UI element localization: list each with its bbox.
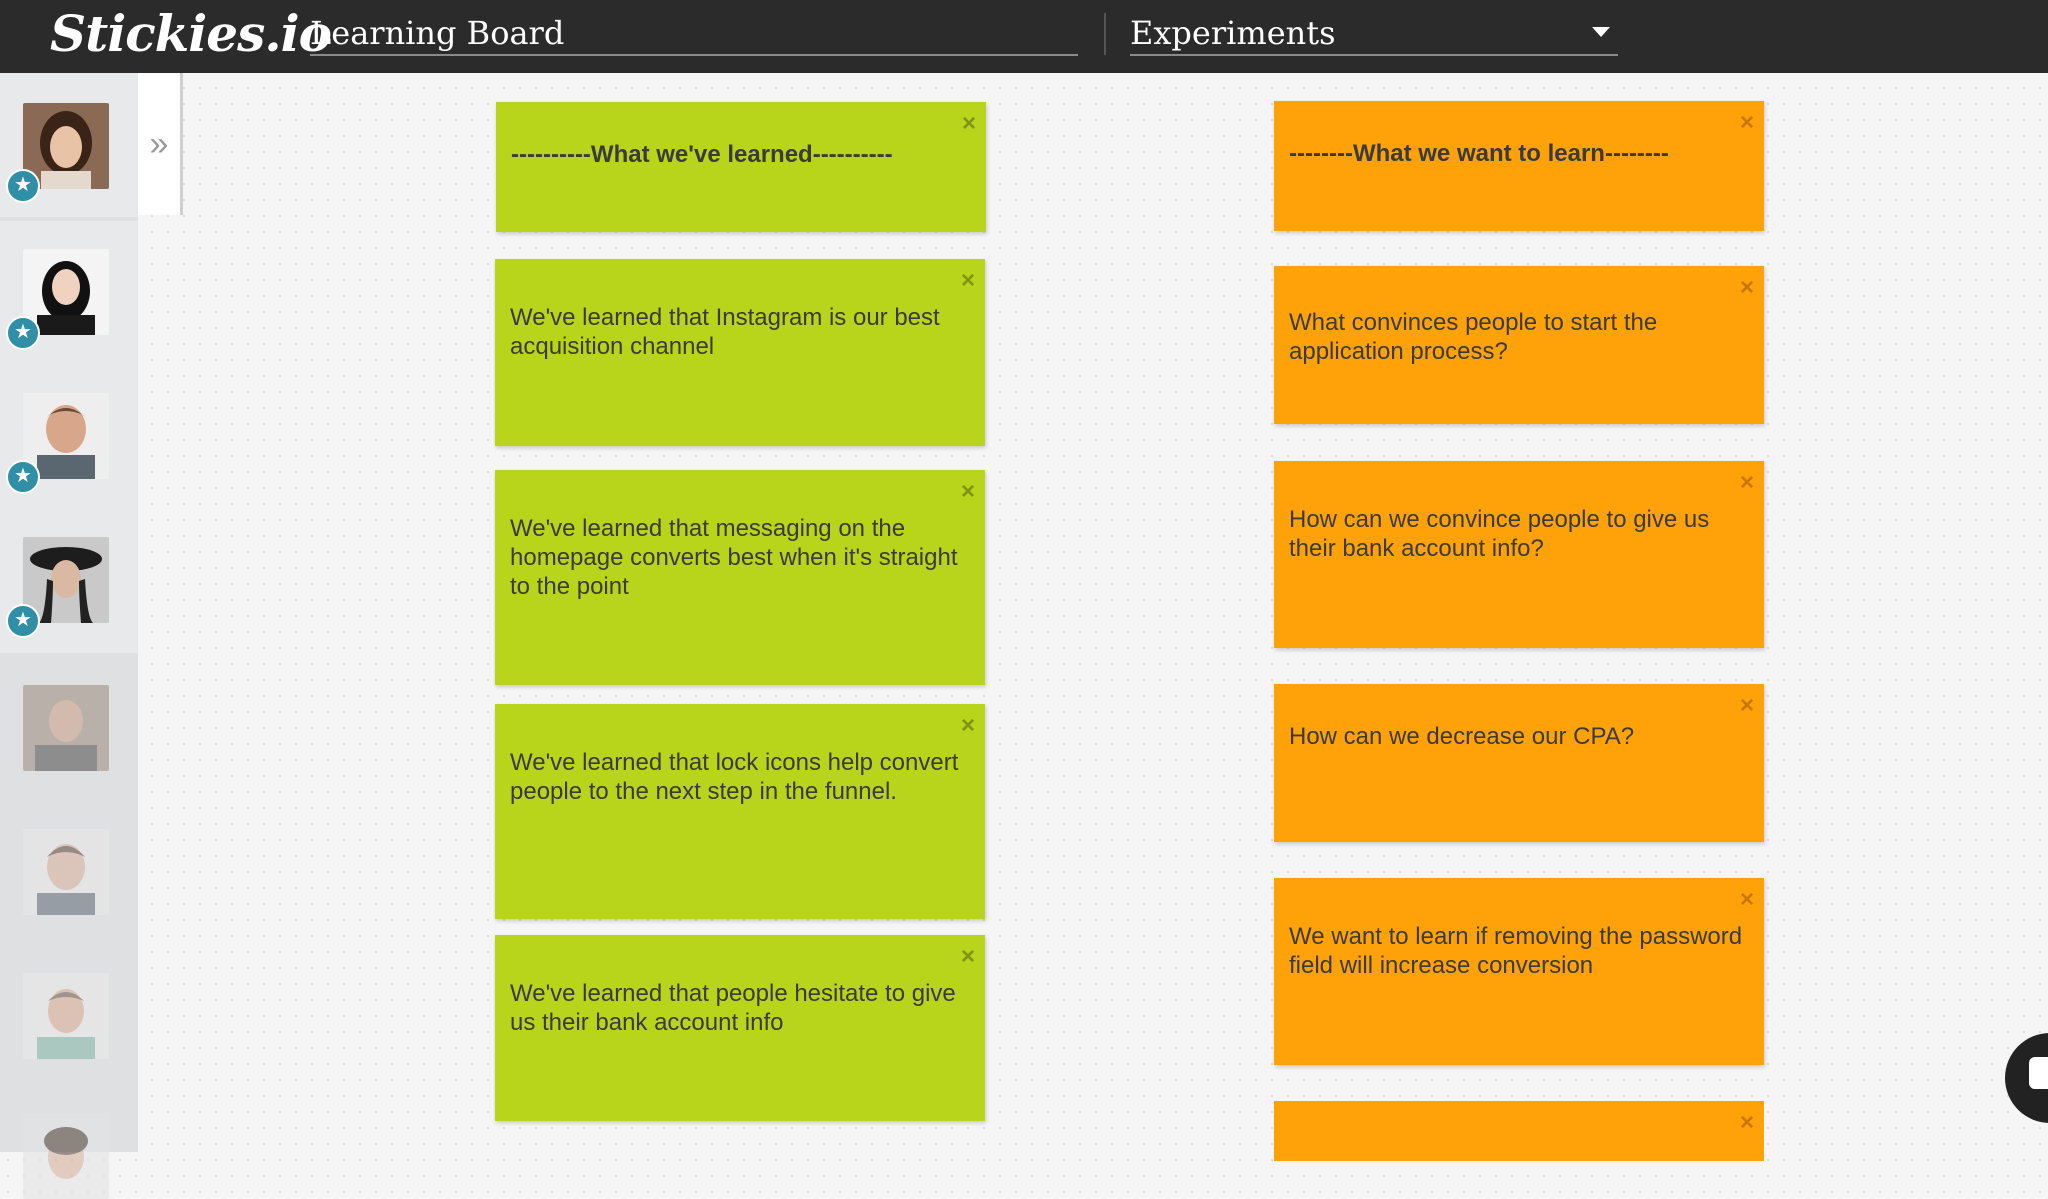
close-icon[interactable]: ×: [961, 269, 975, 293]
member-sidebar: ★ ★ ★ ★: [0, 73, 138, 1199]
chevron-down-icon[interactable]: [1592, 27, 1610, 37]
star-badge-icon: ★: [6, 460, 40, 494]
note-text[interactable]: How can we convince people to give us th…: [1289, 506, 1709, 562]
close-icon[interactable]: ×: [1740, 471, 1754, 495]
sticky-note-want-partial[interactable]: ×: [1274, 1101, 1764, 1161]
note-text[interactable]: We've learned that Instagram is our best…: [510, 304, 940, 360]
close-icon[interactable]: ×: [961, 945, 975, 969]
header-divider: [1104, 13, 1106, 55]
note-text[interactable]: --------What we want to learn--------: [1289, 140, 1669, 167]
top-bar: Stickies.io Learning Board Experiments: [0, 0, 2048, 73]
close-icon[interactable]: ×: [1740, 276, 1754, 300]
note-text[interactable]: We've learned that messaging on the home…: [510, 515, 958, 600]
chat-icon: [2029, 1057, 2048, 1089]
close-icon[interactable]: ×: [1740, 888, 1754, 912]
note-text[interactable]: What convinces people to start the appli…: [1289, 309, 1657, 365]
sticky-note-want[interactable]: How can we decrease our CPA? ×: [1274, 684, 1764, 842]
chat-widget-button[interactable]: [2005, 1033, 2048, 1123]
app-logo[interactable]: Stickies.io: [50, 4, 332, 63]
avatar[interactable]: [23, 973, 109, 1059]
close-icon[interactable]: ×: [1740, 111, 1754, 135]
sticky-note-want[interactable]: We want to learn if removing the passwor…: [1274, 878, 1764, 1065]
note-text[interactable]: ----------What we've learned----------: [511, 141, 893, 168]
note-text[interactable]: We've learned that people hesitate to gi…: [510, 980, 956, 1036]
sticky-note-want[interactable]: How can we convince people to give us th…: [1274, 461, 1764, 648]
close-icon[interactable]: ×: [962, 112, 976, 136]
star-badge-icon: ★: [6, 169, 40, 203]
avatar[interactable]: [23, 829, 109, 915]
sticky-note-learned[interactable]: We've learned that Instagram is our best…: [495, 259, 985, 446]
board-select-value: Experiments: [1130, 14, 1336, 52]
board-select[interactable]: Experiments: [1130, 12, 1618, 56]
sticky-note-want-header[interactable]: --------What we want to learn-------- ×: [1274, 101, 1764, 231]
avatar[interactable]: [23, 685, 109, 771]
avatar[interactable]: [23, 1113, 109, 1199]
close-icon[interactable]: ×: [961, 480, 975, 504]
board-title-input[interactable]: Learning Board: [310, 12, 1078, 56]
expand-sidebar-button[interactable]: »: [138, 73, 183, 215]
sticky-note-want[interactable]: What convinces people to start the appli…: [1274, 266, 1764, 424]
close-icon[interactable]: ×: [1740, 694, 1754, 718]
sticky-note-learned[interactable]: We've learned that people hesitate to gi…: [495, 935, 985, 1121]
note-text[interactable]: We've learned that lock icons help conve…: [510, 749, 958, 805]
sticky-note-learned[interactable]: We've learned that lock icons help conve…: [495, 704, 985, 919]
star-badge-icon: ★: [6, 604, 40, 638]
note-text[interactable]: How can we decrease our CPA?: [1289, 723, 1634, 750]
close-icon[interactable]: ×: [961, 714, 975, 738]
note-text[interactable]: We want to learn if removing the passwor…: [1289, 923, 1742, 979]
close-icon[interactable]: ×: [1740, 1111, 1754, 1135]
star-badge-icon: ★: [6, 316, 40, 350]
sticky-note-learned-header[interactable]: ----------What we've learned---------- ×: [496, 102, 986, 232]
sticky-note-learned[interactable]: We've learned that messaging on the home…: [495, 470, 985, 685]
